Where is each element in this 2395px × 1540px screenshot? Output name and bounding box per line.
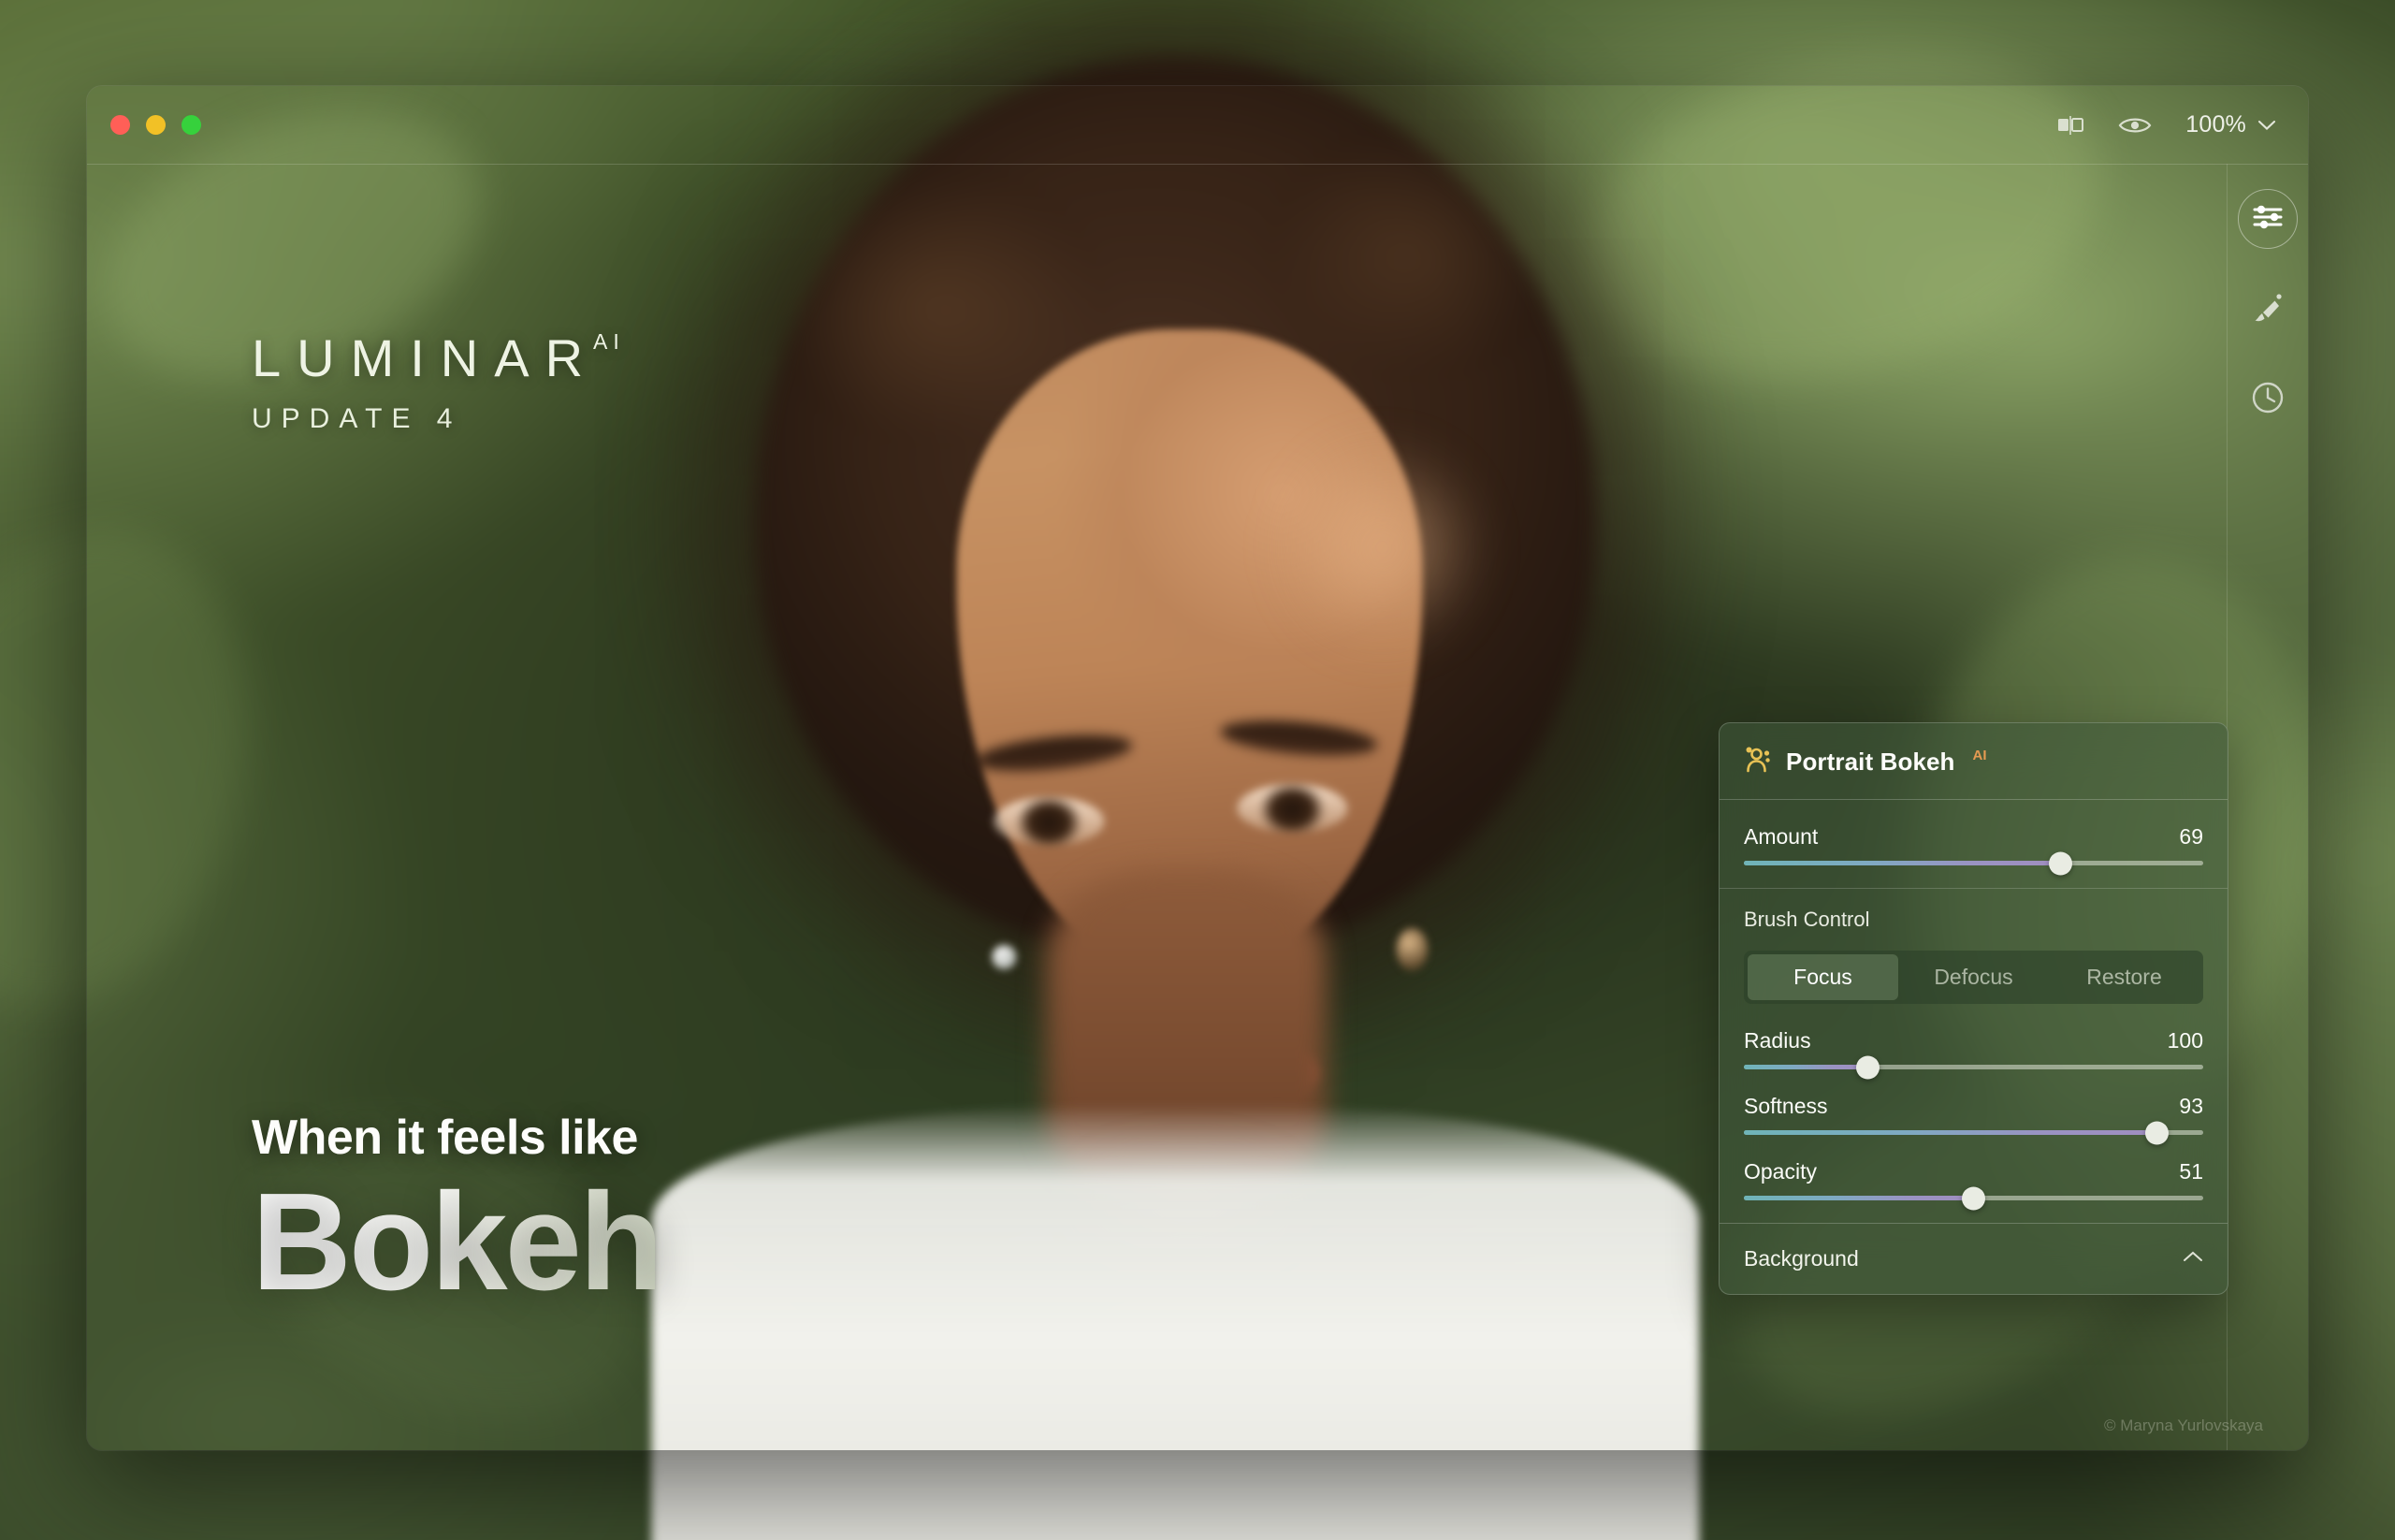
softness-label: Softness: [1744, 1094, 1828, 1118]
rail-item-edit[interactable]: [2238, 189, 2298, 249]
titlebar-actions: 100%: [2056, 111, 2276, 138]
chevron-up-icon: [2183, 1250, 2203, 1268]
softness-slider[interactable]: [1744, 1121, 2203, 1144]
softness-slider-block: Softness 93: [1744, 1094, 2203, 1144]
opacity-slider-knob[interactable]: [1962, 1186, 1985, 1210]
amount-section: Amount 69: [1720, 800, 2228, 889]
panel-ai-badge: AI: [1972, 748, 1987, 763]
close-window-button[interactable]: [110, 115, 130, 135]
traffic-light-group: [110, 115, 201, 135]
brush-icon: [2250, 290, 2286, 330]
tool-rail: [2227, 164, 2308, 1450]
maximize-window-button[interactable]: [181, 115, 201, 135]
opacity-value: 51: [2179, 1159, 2203, 1184]
rail-item-brush[interactable]: [2239, 281, 2297, 339]
rail-item-history[interactable]: [2239, 370, 2297, 429]
background-section-toggle[interactable]: Background: [1720, 1223, 2228, 1294]
background-label: Background: [1744, 1246, 1859, 1271]
softness-slider-fill: [1744, 1130, 2157, 1135]
chevron-down-icon: [2257, 120, 2276, 130]
opacity-slider[interactable]: [1744, 1186, 2203, 1210]
amount-slider[interactable]: [1744, 851, 2203, 875]
softness-value: 93: [2179, 1094, 2203, 1118]
desktop-backdrop: 100% LUMINAR AI UPDATE 4 When it feels l…: [0, 0, 2395, 1540]
edit-sliders-icon: [2251, 202, 2285, 237]
softness-slider-knob[interactable]: [2145, 1121, 2170, 1144]
tab-focus[interactable]: Focus: [1748, 954, 1898, 1000]
amount-value: 69: [2179, 824, 2203, 849]
history-clock-icon: [2250, 380, 2286, 420]
opacity-label: Opacity: [1744, 1159, 1817, 1184]
brush-mode-tabs: Focus Defocus Restore: [1744, 951, 2203, 1004]
radius-slider-block: Radius 100: [1744, 1028, 2203, 1079]
brush-control-section: Focus Defocus Restore Radius 100 Softnes…: [1720, 936, 2228, 1223]
amount-slider-knob[interactable]: [2049, 851, 2073, 875]
radius-slider[interactable]: [1744, 1055, 2203, 1079]
panel-header[interactable]: Portrait Bokeh AI: [1720, 723, 2228, 800]
minimize-window-button[interactable]: [146, 115, 166, 135]
radius-slider-fill: [1744, 1065, 1868, 1069]
eye-preview-icon[interactable]: [2118, 114, 2152, 137]
tab-restore[interactable]: Restore: [2049, 954, 2199, 1000]
radius-label: Radius: [1744, 1028, 1811, 1053]
brush-control-label: Brush Control: [1744, 908, 1870, 931]
amount-label: Amount: [1744, 824, 1819, 849]
compare-before-after-icon[interactable]: [2056, 114, 2084, 137]
radius-value: 100: [2167, 1028, 2203, 1053]
portrait-people-icon: [1744, 746, 1774, 778]
opacity-slider-block: Opacity 51: [1744, 1159, 2203, 1210]
app-window: 100% LUMINAR AI UPDATE 4 When it feels l…: [87, 86, 2308, 1450]
radius-slider-knob[interactable]: [1856, 1055, 1880, 1079]
opacity-slider-fill: [1744, 1196, 1974, 1200]
panel-title: Portrait Bokeh: [1786, 748, 1955, 776]
amount-slider-fill: [1744, 861, 2061, 865]
tab-defocus[interactable]: Defocus: [1898, 954, 2049, 1000]
window-titlebar: 100%: [87, 86, 2308, 165]
zoom-level-control[interactable]: 100%: [2185, 111, 2276, 138]
portrait-bokeh-panel: Portrait Bokeh AI Amount 69 Brush Contro…: [1719, 722, 2228, 1295]
zoom-level-value: 100%: [2185, 111, 2246, 138]
